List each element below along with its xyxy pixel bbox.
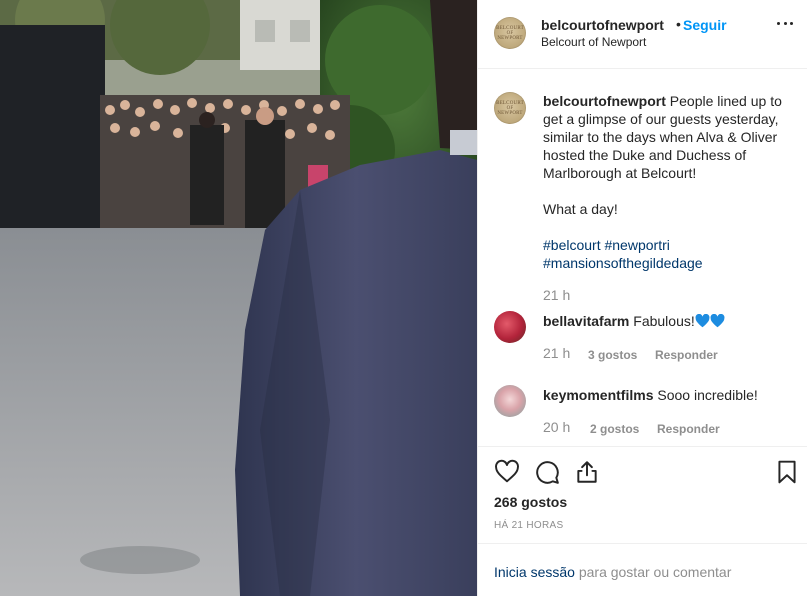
location-link[interactable]: Belcourt of Newport xyxy=(541,35,646,49)
comment-1-text: bellavitafarm Fabulous! xyxy=(543,313,725,329)
comment-2-text: keymomentfilms Sooo incredible! xyxy=(543,387,758,403)
comment-avatar-bellavitafarm[interactable] xyxy=(494,311,526,343)
login-row: Inicia sessão para gostar ou comentar xyxy=(494,564,731,580)
post-photo[interactable] xyxy=(0,0,477,596)
login-link[interactable]: Inicia sessão xyxy=(494,564,575,580)
caption-avatar-monogram: BELCOURT OF NEWPORT xyxy=(496,100,524,116)
header-username[interactable]: belcourtofnewport xyxy=(541,17,664,33)
comment-1-body: Fabulous! xyxy=(633,313,695,329)
comments-section: BELCOURT OF NEWPORT belcourtofnewport Pe… xyxy=(478,69,807,446)
comment-1-username[interactable]: bellavitafarm xyxy=(543,313,629,329)
blue-heart-emoji-icon xyxy=(710,314,725,328)
comment-icon[interactable] xyxy=(534,459,560,485)
comment-1-time[interactable]: 21 h xyxy=(543,345,570,361)
blue-heart-emoji-icon xyxy=(695,314,710,328)
caption-line2: What a day! xyxy=(543,201,618,217)
header-separator: • xyxy=(676,16,681,32)
post-photo-illustration xyxy=(0,0,477,596)
post-timestamp[interactable]: HÁ 21 HORAS xyxy=(494,520,563,531)
share-icon[interactable] xyxy=(574,459,600,485)
caption-username[interactable]: belcourtofnewport xyxy=(543,93,666,109)
caption-time[interactable]: 21 h xyxy=(543,287,570,303)
caption-text: belcourtofnewport People lined up to get… xyxy=(543,92,795,272)
comment-2-time[interactable]: 20 h xyxy=(543,419,570,435)
caption-avatar[interactable]: BELCOURT OF NEWPORT xyxy=(494,92,526,124)
comment-1-reply-button[interactable]: Responder xyxy=(655,348,718,362)
login-prompt: Inicia sessão para gostar ou comentar xyxy=(478,543,807,596)
avatar-monogram: BELCOURT OF NEWPORT xyxy=(496,25,524,41)
comment-1-likes[interactable]: 3 gostos xyxy=(588,348,637,362)
post-actions: 268 gostos HÁ 21 HORAS xyxy=(478,446,807,543)
bookmark-icon[interactable] xyxy=(774,459,800,485)
login-rest-text: para gostar ou comentar xyxy=(578,564,732,580)
instagram-post: BELCOURT OF NEWPORT belcourtofnewport • … xyxy=(0,0,807,596)
comment-2-username[interactable]: keymomentfilms xyxy=(543,387,653,403)
comment-2-likes[interactable]: 2 gostos xyxy=(590,422,639,436)
heart-icon[interactable] xyxy=(494,459,520,485)
hashtag-mansions[interactable]: #mansionsofthegildedage xyxy=(543,254,795,272)
more-options-icon[interactable] xyxy=(777,22,793,28)
comment-2-reply-button[interactable]: Responder xyxy=(657,422,720,436)
post-side-panel: BELCOURT OF NEWPORT belcourtofnewport • … xyxy=(477,0,807,596)
hashtag-belcourt[interactable]: #belcourt xyxy=(543,237,601,253)
comment-avatar-keymomentfilms[interactable] xyxy=(494,385,526,417)
likes-count[interactable]: 268 gostos xyxy=(494,494,567,510)
profile-avatar[interactable]: BELCOURT OF NEWPORT xyxy=(494,17,526,49)
comment-2-body: Sooo incredible! xyxy=(657,387,758,403)
post-header: BELCOURT OF NEWPORT belcourtofnewport • … xyxy=(478,0,807,69)
follow-button[interactable]: Seguir xyxy=(683,17,727,33)
hashtag-newportri[interactable]: #newportri xyxy=(604,237,669,253)
